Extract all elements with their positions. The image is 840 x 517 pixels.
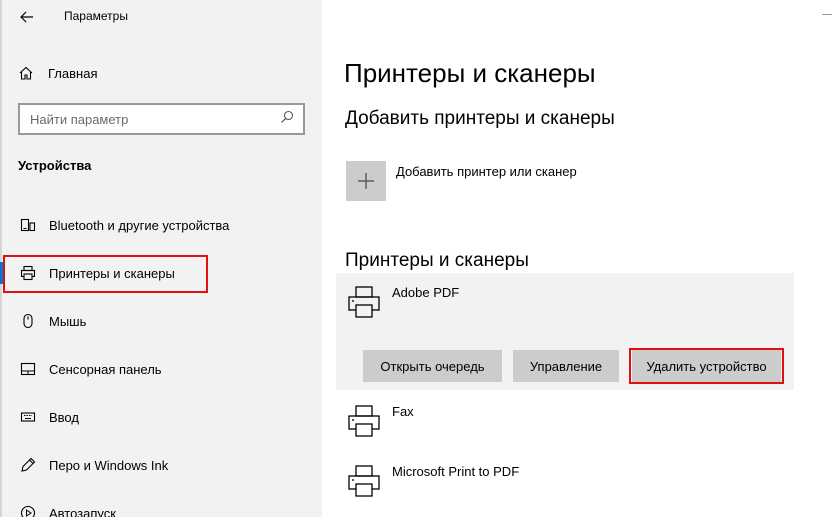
printer-item-fax[interactable]: Fax xyxy=(346,403,414,439)
open-queue-button[interactable]: Открыть очередь xyxy=(363,350,502,382)
printer-item-microsoft-print-to-pdf[interactable]: Microsoft Print to PDF xyxy=(346,463,519,499)
sidebar-item-label: Автозапуск xyxy=(49,505,116,517)
sidebar-item-label: Ввод xyxy=(49,409,79,425)
printers-section-heading: Принтеры и сканеры xyxy=(345,250,529,271)
back-arrow-icon xyxy=(20,11,33,23)
sidebar-item-home[interactable]: Главная xyxy=(18,60,97,86)
printer-name: Adobe PDF xyxy=(392,285,460,300)
sidebar-item-label: Сенсорная панель xyxy=(49,361,162,377)
sidebar-item-label: Перо и Windows Ink xyxy=(49,457,169,473)
sidebar-item-mouse[interactable]: Мышь xyxy=(0,300,322,342)
printer-name: Microsoft Print to PDF xyxy=(392,464,520,479)
search-input[interactable] xyxy=(30,111,270,127)
add-printer-label: Добавить принтер или сканер xyxy=(396,164,577,179)
printer-icon xyxy=(348,465,380,497)
add-printer-button[interactable]: Добавить принтер или сканер xyxy=(346,161,577,201)
bluetooth-devices-icon xyxy=(20,217,36,233)
back-button[interactable] xyxy=(16,6,38,28)
sidebar-item-touchpad[interactable]: Сенсорная панель xyxy=(0,348,322,390)
sidebar-item-label: Мышь xyxy=(49,313,87,329)
manage-button[interactable]: Управление xyxy=(513,350,619,382)
printer-item-adobe-pdf[interactable]: Adobe PDF xyxy=(346,284,459,320)
sidebar-item-bluetooth[interactable]: Bluetooth и другие устройства xyxy=(0,204,322,246)
page-title: Принтеры и сканеры xyxy=(344,58,596,88)
printer-icon xyxy=(348,286,380,318)
highlight-frame xyxy=(629,348,784,384)
add-tile[interactable] xyxy=(346,161,386,201)
app-title: Параметры xyxy=(64,9,128,23)
sidebar: Параметры Главная Устройства Bluetooth и xyxy=(0,0,322,517)
sidebar-item-typing[interactable]: Ввод xyxy=(0,396,322,438)
search-icon[interactable] xyxy=(280,110,294,129)
search-box[interactable] xyxy=(18,103,305,135)
mouse-icon xyxy=(20,313,36,329)
main-content: Принтеры и сканеры Добавить принтеры и с… xyxy=(322,0,840,517)
highlight-frame xyxy=(3,255,208,293)
keyboard-icon xyxy=(20,409,36,425)
section-header: Устройства xyxy=(18,158,92,173)
touchpad-icon xyxy=(20,361,36,377)
printer-name: Fax xyxy=(392,404,414,419)
printer-icon xyxy=(348,405,380,437)
home-icon xyxy=(18,65,34,81)
sidebar-item-autoplay[interactable]: Автозапуск xyxy=(0,492,322,517)
sidebar-item-label: Bluetooth и другие устройства xyxy=(49,217,230,233)
pen-icon xyxy=(20,457,36,473)
autoplay-icon xyxy=(20,505,36,517)
add-section-heading: Добавить принтеры и сканеры xyxy=(345,108,615,129)
plus-icon xyxy=(358,173,374,189)
window-control-icon[interactable] xyxy=(822,14,832,15)
sidebar-item-pen[interactable]: Перо и Windows Ink xyxy=(0,444,322,486)
sidebar-item-label: Главная xyxy=(48,65,98,81)
